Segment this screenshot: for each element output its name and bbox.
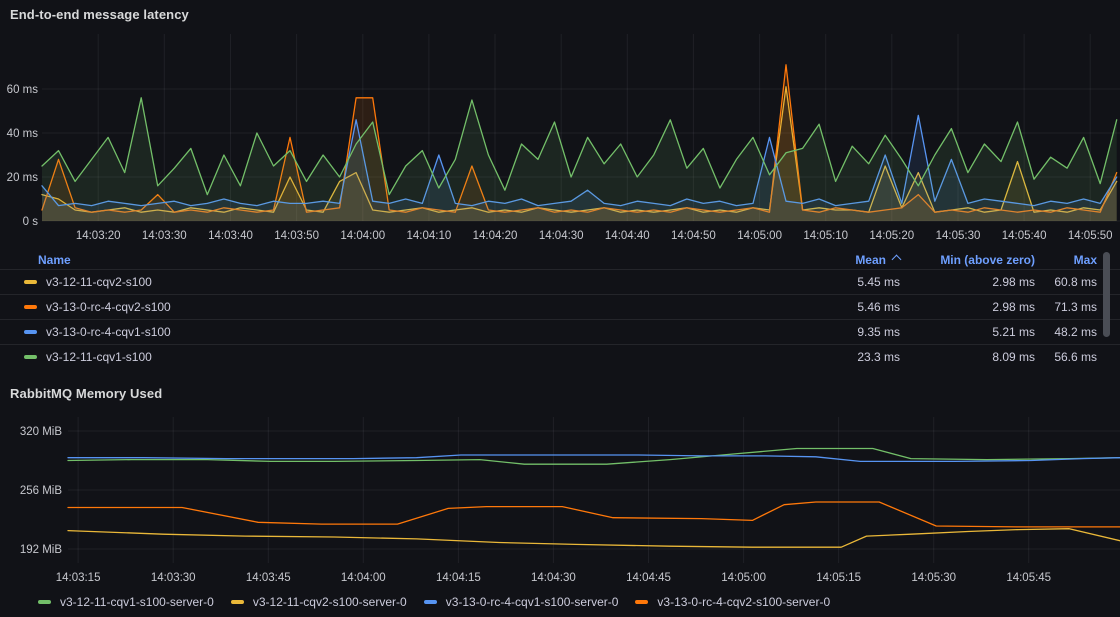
y-axis-tick-label: 192 MiB	[20, 544, 63, 556]
x-axis-tick-label: 14:04:45	[626, 572, 671, 584]
x-axis-tick-label: 14:04:50	[671, 230, 716, 242]
max-value: 60.8 ms	[1035, 275, 1097, 289]
max-value: 56.6 ms	[1035, 350, 1097, 364]
horizontal-gridlines: 192 MiB 256 MiB 320 MiB	[20, 426, 1120, 556]
min-value: 2.98 ms	[900, 300, 1035, 314]
legend-item[interactable]: v3-12-11-cqv1-s100-server-0	[38, 595, 214, 609]
y-axis-tick-label: 320 MiB	[20, 426, 63, 438]
x-axis-tick-label: 14:04:30	[531, 572, 576, 584]
column-header-max[interactable]: Max	[1035, 253, 1097, 267]
legend-item[interactable]: v3-13-0-rc-4-cqv2-s100-server-0	[635, 595, 830, 609]
grafana-dashboard: End-to-end message latency 0 s 20 ms 40 ms…	[0, 0, 1120, 617]
legend-table-header: Name Mean Min (above zero) Max	[0, 250, 1120, 269]
latency-chart-canvas[interactable]: 0 s20 ms40 ms60 ms14:03:2014:03:3014:03:…	[0, 28, 1120, 252]
x-axis-tick-label: 14:03:45	[246, 572, 291, 584]
y-axis-tick-label: 60 ms	[7, 84, 39, 96]
x-axis-tick-labels: 14:03:20 14:03:30 14:03:40 14:03:50 14:04:00…	[76, 230, 1113, 242]
mean-value: 5.45 ms	[780, 275, 900, 289]
x-axis-tick-label: 14:05:00	[737, 230, 782, 242]
series-color-swatch	[231, 600, 244, 604]
y-axis-tick-label: 0 s	[23, 216, 39, 228]
x-axis-tick-label: 14:03:30	[142, 230, 187, 242]
panel-title-latency[interactable]: End-to-end message latency	[10, 7, 189, 22]
min-value: 2.98 ms	[900, 275, 1035, 289]
column-header-min[interactable]: Min (above zero)	[900, 253, 1035, 267]
series-name[interactable]: v3-13-0-rc-4-cqv1-s100	[46, 325, 171, 339]
legend-scrollbar[interactable]	[1103, 252, 1110, 337]
x-axis-tick-label: 14:05:40	[1002, 230, 1047, 242]
memory-chart-canvas[interactable]: 192 MiB256 MiB320 MiB14:03:1514:03:3014:…	[0, 405, 1120, 595]
x-axis-tick-label: 14:05:45	[1006, 572, 1051, 584]
x-axis-tick-label: 14:04:15	[436, 572, 481, 584]
mean-value: 23.3 ms	[780, 350, 900, 364]
series-color-swatch	[24, 305, 37, 309]
y-axis-tick-label: 256 MiB	[20, 485, 63, 497]
series-name[interactable]: v3-12-11-cqv1-s100	[46, 350, 152, 364]
column-header-name[interactable]: Name	[0, 253, 780, 267]
x-axis-tick-label: 14:05:10	[803, 230, 848, 242]
legend-item[interactable]: v3-13-0-rc-4-cqv1-s100-server-0	[424, 595, 619, 609]
table-row: v3-12-11-cqv1-s100 23.3 ms 8.09 ms 56.6 …	[0, 344, 1120, 369]
series-name[interactable]: v3-12-11-cqv2-s100	[46, 275, 152, 289]
min-value: 8.09 ms	[900, 350, 1035, 364]
column-header-mean[interactable]: Mean	[780, 253, 900, 267]
series-color-swatch	[24, 355, 37, 359]
y-axis-tick-label: 20 ms	[7, 172, 39, 184]
max-value: 71.3 ms	[1035, 300, 1097, 314]
mean-value: 9.35 ms	[780, 325, 900, 339]
y-axis-tick-label: 40 ms	[7, 128, 39, 140]
mean-value: 5.46 ms	[780, 300, 900, 314]
x-axis-tick-label: 14:04:00	[340, 230, 385, 242]
x-axis-tick-label: 14:03:20	[76, 230, 121, 242]
series-color-swatch	[24, 280, 37, 284]
x-axis-tick-label: 14:04:30	[539, 230, 584, 242]
series-color-swatch	[635, 600, 648, 604]
max-value: 48.2 ms	[1035, 325, 1097, 339]
x-axis-tick-label: 14:05:20	[869, 230, 914, 242]
x-axis-tick-label: 14:05:30	[911, 572, 956, 584]
memory-chart-legend: v3-12-11-cqv1-s100-server-0 v3-12-11-cqv…	[38, 595, 830, 609]
series-v3-12-11-cqv2-s100-server-0	[68, 529, 1120, 548]
series-color-swatch	[424, 600, 437, 604]
x-axis-tick-label: 14:03:15	[56, 572, 101, 584]
series-v3-13-0-rc-4-cqv2-s100-server-0	[68, 502, 1120, 527]
table-row: v3-13-0-rc-4-cqv2-s100 5.46 ms 2.98 ms 7…	[0, 294, 1120, 319]
x-axis-tick-label: 14:04:20	[473, 230, 518, 242]
x-axis-tick-label: 14:05:15	[816, 572, 861, 584]
series-color-swatch	[38, 600, 51, 604]
legend-item[interactable]: v3-12-11-cqv2-s100-server-0	[231, 595, 407, 609]
x-axis-tick-label: 14:04:10	[407, 230, 452, 242]
x-axis-tick-label: 14:05:00	[721, 572, 766, 584]
x-axis-tick-labels: 14:03:15 14:03:30 14:03:45 14:04:00 14:04:15…	[56, 572, 1051, 584]
x-axis-tick-label: 14:03:50	[274, 230, 319, 242]
panel-title-memory[interactable]: RabbitMQ Memory Used	[10, 386, 162, 401]
x-axis-tick-label: 14:04:40	[605, 230, 650, 242]
series-color-swatch	[24, 330, 37, 334]
series-name[interactable]: v3-13-0-rc-4-cqv2-s100	[46, 300, 171, 314]
series-v3-12-11-cqv1-s100	[42, 98, 1117, 221]
table-row: v3-12-11-cqv2-s100 5.45 ms 2.98 ms 60.8 …	[0, 269, 1120, 294]
x-axis-tick-label: 14:03:30	[151, 572, 196, 584]
x-axis-tick-label: 14:05:30	[936, 230, 981, 242]
x-axis-tick-label: 14:05:50	[1068, 230, 1113, 242]
latency-legend-table: Name Mean Min (above zero) Max v3-12-11-…	[0, 250, 1120, 369]
min-value: 5.21 ms	[900, 325, 1035, 339]
x-axis-tick-label: 14:04:00	[341, 572, 386, 584]
table-row: v3-13-0-rc-4-cqv1-s100 9.35 ms 5.21 ms 4…	[0, 319, 1120, 344]
x-axis-tick-label: 14:03:40	[208, 230, 253, 242]
